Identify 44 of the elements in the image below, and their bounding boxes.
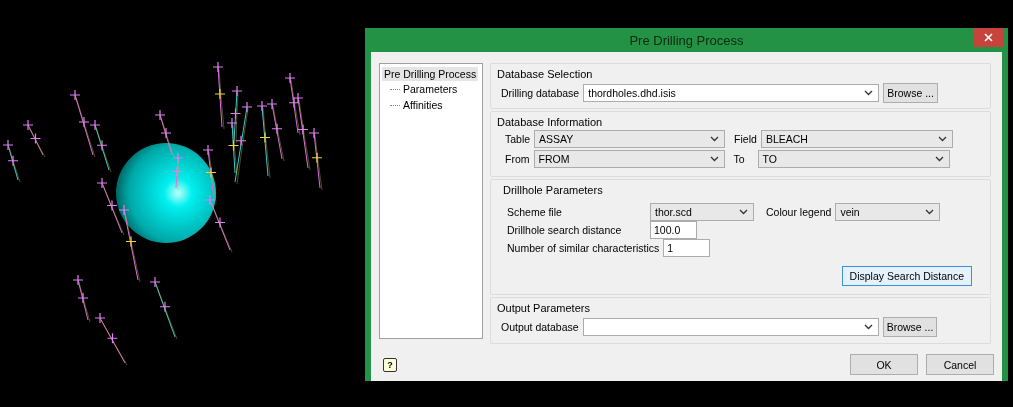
dropdown-field[interactable]: TO <box>757 150 950 168</box>
group-title: Database Information <box>497 116 604 128</box>
caret-icon <box>925 209 935 215</box>
field-label: Scheme file <box>507 206 563 218</box>
dropdown-field[interactable]: thordholes.dhd.isis <box>583 84 880 102</box>
close-button[interactable] <box>973 28 1003 47</box>
tree-item[interactable]: Parameters <box>403 83 458 95</box>
caret-icon <box>934 156 944 162</box>
close-icon <box>983 33 993 42</box>
input-field[interactable]: 100.0 <box>650 221 697 239</box>
tree-item[interactable]: Affinities <box>403 99 443 111</box>
dropdown-field[interactable]: ASSAY <box>534 130 726 148</box>
cancel-button[interactable]: Cancel <box>926 354 994 375</box>
group-title: Drillhole Parameters <box>503 184 604 196</box>
dropdown-field[interactable] <box>582 318 879 336</box>
caret-icon <box>710 136 720 142</box>
caret-icon <box>739 209 748 215</box>
dropdown-field[interactable]: thor.scd <box>650 203 754 221</box>
field-label: Field <box>734 133 757 145</box>
field-label: Drilling database <box>501 87 580 99</box>
field-label: Number of similar characteristics <box>507 242 660 254</box>
group-title: Database Selection <box>497 68 594 80</box>
caret-icon <box>709 156 719 162</box>
field-label: Colour legend <box>766 206 832 218</box>
ok-button[interactable]: OK <box>850 354 918 375</box>
dropdown-field[interactable]: BLEACH <box>760 130 953 148</box>
field-label: To <box>733 153 746 165</box>
dropdown-field[interactable]: FROM <box>533 150 725 168</box>
dropdown-field[interactable]: vein <box>835 203 941 221</box>
field-label: Drillhole search distance <box>507 224 623 236</box>
field-label: Table <box>505 133 531 145</box>
tree-item[interactable]: Pre Drilling Process <box>382 67 479 81</box>
caret-icon <box>937 136 947 142</box>
field-label: From <box>505 153 530 165</box>
caret-icon <box>863 324 873 330</box>
input-field[interactable]: 1 <box>663 239 711 257</box>
field-label: Output database <box>501 321 579 333</box>
caret-icon <box>864 90 874 96</box>
browse-button[interactable]: Browse ... <box>882 317 938 337</box>
help-button[interactable]: ? <box>383 357 397 372</box>
browse-button[interactable]: Browse ... <box>883 83 938 103</box>
display-search-distance-button[interactable]: Display Search Distance <box>841 266 972 286</box>
group-title: Output Parameters <box>497 302 591 314</box>
window-title: Pre Drilling Process <box>629 32 744 48</box>
